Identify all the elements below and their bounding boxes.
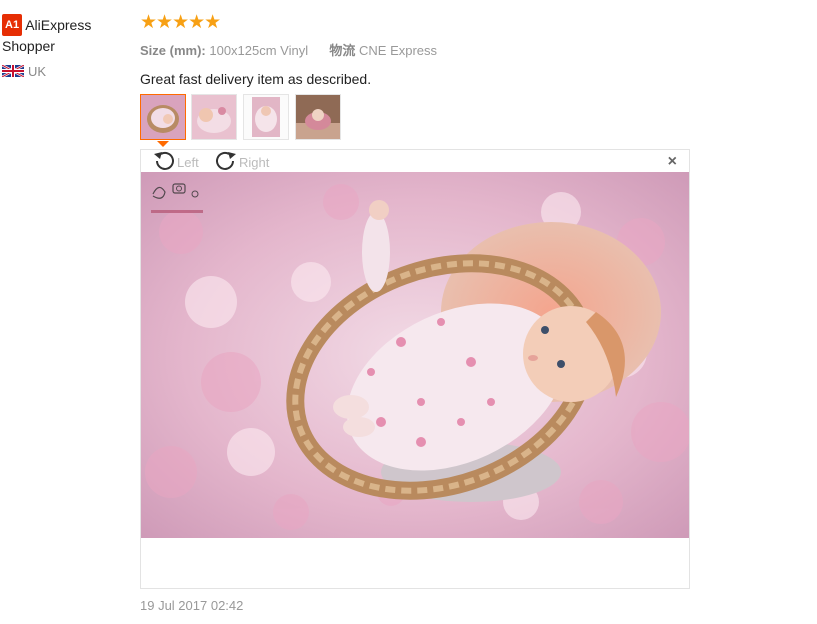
star-rating: ★★★★★ [140,12,221,33]
rotate-right-button[interactable]: Right [213,150,269,174]
thumbnail-photo[interactable] [243,94,289,140]
close-viewer-button[interactable]: × [668,153,677,171]
uk-flag-icon [2,65,24,77]
image-viewer: Left Right × [140,149,690,589]
attr-label: Size (mm): [140,43,206,58]
reviewer-country: UK [2,64,132,79]
product-attributes: Size (mm): 100x125cm Vinyl 物流 CNE Expres… [140,40,700,59]
thumbnail-photo[interactable] [295,94,341,140]
rotate-right-label: Right [239,155,270,170]
rotate-right-icon [216,151,236,170]
baby-in-basket-photo [141,172,689,538]
thumbnail-photo[interactable] [191,94,237,140]
attr-value: CNE Express [359,43,438,58]
country-label: UK [28,64,47,79]
rotate-left-label: Left [177,155,199,170]
attr-value: 100x125cm Vinyl [209,43,309,58]
rotate-left-button[interactable]: Left [151,150,199,174]
thumbnail-photo[interactable] [140,94,186,140]
review-comment: Great fast delivery item as described. [140,71,372,87]
review-body: ★★★★★ Size (mm): 100x125cm Vinyl 物流 CNE … [140,12,700,87]
review-date: 19 Jul 2017 02:42 [140,598,244,613]
review-photo [141,172,689,538]
level-badge: A1 [2,14,23,36]
reviewer-info: A1 AliExpress Shopper UK [2,14,132,79]
rotate-left-icon [154,151,174,170]
active-thumbnail-indicator [157,141,169,147]
attr-label: 物流 [329,43,356,58]
